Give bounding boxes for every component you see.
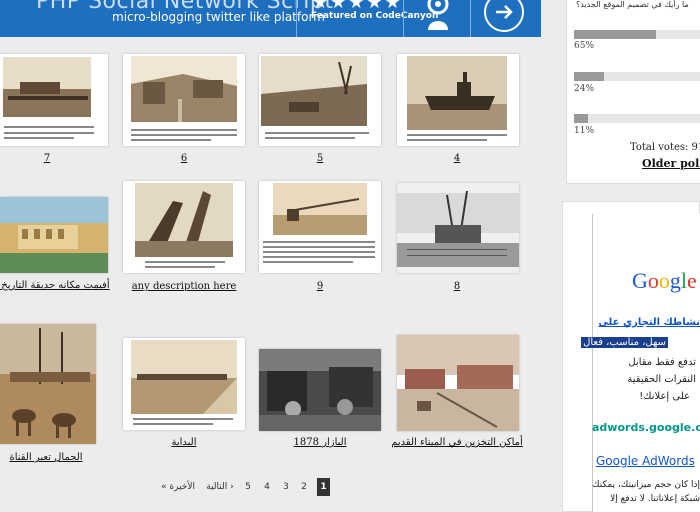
poll-bar — [574, 114, 700, 123]
logo-letter: o — [647, 268, 659, 293]
gallery-item-port[interactable] — [397, 335, 519, 431]
gallery-caption[interactable]: 7 — [44, 153, 50, 164]
gallery-caption[interactable]: 8 — [454, 281, 460, 292]
poll-percent: 24% — [574, 84, 595, 94]
ad-text-line: إذا كان حجم ميزانيتك، يمكنك — [592, 480, 700, 490]
gallery-caption[interactable]: الجمال تعبر القناة — [9, 452, 82, 463]
photo-thumbnail — [263, 183, 375, 263]
gallery-item-8[interactable] — [397, 183, 519, 273]
gallery-caption[interactable]: 6 — [181, 153, 187, 164]
gallery-item-camels[interactable] — [0, 324, 96, 444]
gallery-item-6[interactable] — [123, 54, 245, 146]
gallery-caption[interactable]: 9 — [317, 281, 323, 292]
ad-text-line: تدفع فقط مقابل — [628, 357, 696, 368]
photo-thumbnail — [397, 183, 519, 273]
photo-thumbnail — [131, 340, 237, 425]
gallery-caption[interactable]: أماكن التخزين في الميناء القديم — [391, 437, 523, 448]
page: PHP Social Network Script micro-blogging… — [0, 0, 700, 512]
gallery-item-7[interactable] — [0, 54, 108, 146]
older-polls-link[interactable]: Older polls — [642, 157, 700, 170]
pagination-page-link[interactable]: 2 — [297, 478, 311, 496]
photo-thumbnail — [407, 56, 507, 141]
pagination-page-link[interactable]: 3 — [279, 478, 293, 496]
pagination-current-page: 1 — [317, 478, 330, 496]
pagination-page-link[interactable]: 5 — [241, 478, 255, 496]
gallery-caption[interactable]: البازار 1878 — [294, 437, 347, 448]
ad-headline[interactable]: نشاطك التجاري على — [598, 317, 700, 328]
photo-thumbnail — [0, 197, 108, 273]
gallery-item-dredger[interactable] — [123, 181, 245, 273]
logo-letter: o — [658, 268, 670, 293]
photo-thumbnail — [259, 349, 381, 431]
gallery-caption[interactable]: 5 — [317, 153, 323, 164]
photo-thumbnail — [131, 56, 237, 141]
logo-letter: G — [632, 268, 648, 293]
pagination-page-link[interactable]: 4 — [260, 478, 274, 496]
gallery-item-9[interactable] — [259, 181, 381, 273]
arrow-right-button[interactable] — [484, 0, 524, 32]
banner-subtitle: micro-blogging twitter like platform — [112, 10, 325, 24]
ad-text-line: شبكة إعلاناتنا. لا تدفع إلا — [610, 494, 700, 504]
gallery-caption[interactable]: any description here — [132, 281, 237, 292]
photo-thumbnail — [0, 324, 96, 444]
gallery-item-beginning[interactable] — [123, 338, 245, 430]
banner-divider — [403, 0, 404, 37]
poll-bar-fill — [574, 72, 605, 81]
gallery-item-4[interactable] — [397, 54, 519, 146]
gallery-caption[interactable]: البداية — [171, 437, 196, 448]
photo-thumbnail — [3, 57, 94, 139]
gallery-caption[interactable]: 4 — [454, 153, 460, 164]
poll-bar-fill — [574, 114, 588, 123]
ad-text-line: على إعلانك! — [639, 391, 690, 402]
ad-text-line: النقرات الحقيقية — [627, 374, 696, 385]
banner-divider — [470, 0, 471, 37]
adwords-link[interactable]: Google AdWords — [596, 454, 695, 468]
poll-total-votes: Total votes: 91 — [630, 142, 700, 153]
poll-bar — [574, 30, 700, 39]
ad-url[interactable]: adwords.google.com — [592, 421, 700, 434]
pagination-last-link[interactable]: « الأخيرة — [160, 478, 196, 496]
photo-thumbnail — [397, 335, 519, 431]
poll-bar-fill — [574, 30, 656, 39]
user-icon — [427, 0, 449, 30]
ad-highlight: سهل، مناسب، فعال — [581, 337, 668, 348]
pagination-next-link[interactable]: التالية › — [204, 478, 236, 496]
logo-letter: g — [669, 268, 681, 293]
promo-banner[interactable]: PHP Social Network Script micro-blogging… — [0, 0, 541, 37]
poll-bar — [574, 72, 700, 81]
gallery-item-garden[interactable] — [0, 197, 108, 273]
gallery-item-5[interactable] — [259, 54, 381, 146]
logo-letter: e — [687, 268, 697, 293]
banner-divider — [296, 0, 297, 37]
arrow-right-icon — [496, 5, 513, 19]
gallery-caption[interactable]: أفيمت مكانه حديقة التاريخ الإن — [0, 280, 110, 291]
poll-question: ما رأيك في تصميم الموقع الجديد؟ — [576, 0, 689, 9]
poll-percent: 11% — [574, 126, 595, 136]
google-logo: Google — [632, 268, 697, 294]
poll-percent: 65% — [574, 41, 595, 51]
photo-thumbnail — [135, 183, 233, 268]
photo-thumbnail — [261, 56, 369, 139]
gallery-item-bazaar[interactable] — [259, 349, 381, 431]
